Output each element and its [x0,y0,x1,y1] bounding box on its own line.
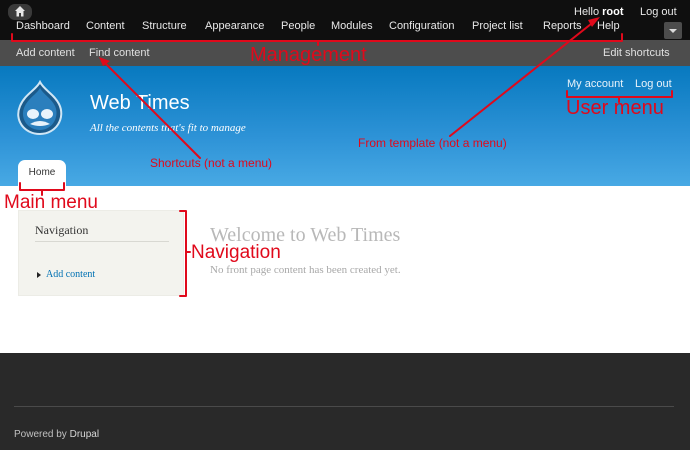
site-footer: Powered by Drupal [0,353,690,450]
drupal-logo-icon[interactable] [14,80,66,138]
toolbar-item-content[interactable]: Content [86,20,125,32]
shortcut-add-content[interactable]: Add content [16,47,75,59]
user-menu-my-account[interactable]: My account [567,78,623,90]
home-button[interactable] [8,4,32,20]
username-link[interactable]: root [602,6,623,18]
navigation-block: Navigation Add content [18,210,184,296]
navigation-divider [35,241,169,242]
toolbar-item-structure[interactable]: Structure [142,20,187,32]
toolbar-logout-link[interactable]: Log out [640,6,677,18]
toolbar-item-appearance[interactable]: Appearance [205,20,264,32]
empty-front-message: No front page content has been created y… [210,264,401,276]
hello-user: Hello root [574,6,624,18]
main-menu-home-tab[interactable]: Home [18,160,66,186]
admin-toolbar: Dashboard Content Structure Appearance P… [0,0,690,40]
navigation-item-add-content[interactable]: Add content [46,269,95,280]
powered-by-prefix: Powered by [14,429,67,440]
toolbar-item-configuration[interactable]: Configuration [389,20,454,32]
shortcuts-toggle-button[interactable] [664,22,682,39]
drupal-link[interactable]: Drupal [70,429,99,440]
toolbar-item-help[interactable]: Help [597,20,620,32]
navigation-title: Navigation [35,223,89,237]
site-slogan: All the contents that's fit to manage [90,122,246,134]
annotation-management: Management [250,44,367,66]
annotation-from-template: From template (not a menu) [358,136,507,150]
powered-by: Powered by Drupal [14,429,99,440]
toolbar-item-project-list[interactable]: Project list [472,20,523,32]
toolbar-item-people[interactable]: People [281,20,315,32]
home-icon [15,6,25,17]
toolbar-item-modules[interactable]: Modules [331,20,373,32]
annotation-main-menu: Main menu [4,192,98,213]
footer-divider [14,406,674,407]
site-header: Web Times All the contents that's fit to… [0,66,690,186]
edit-shortcuts-link[interactable]: Edit shortcuts [603,47,670,59]
chevron-down-icon [669,29,677,33]
shortcut-find-content[interactable]: Find content [89,47,150,59]
site-name[interactable]: Web Times [90,92,190,115]
triangle-right-icon [37,272,41,278]
toolbar-item-dashboard[interactable]: Dashboard [16,20,70,32]
hello-prefix: Hello [574,6,600,18]
user-menu-log-out[interactable]: Log out [635,78,672,90]
annotation-user-menu: User menu [566,97,664,119]
annotation-shortcuts: Shortcuts (not a menu) [150,156,273,170]
annotation-navigation: Navigation [191,242,281,263]
toolbar-item-reports[interactable]: Reports [543,20,582,32]
